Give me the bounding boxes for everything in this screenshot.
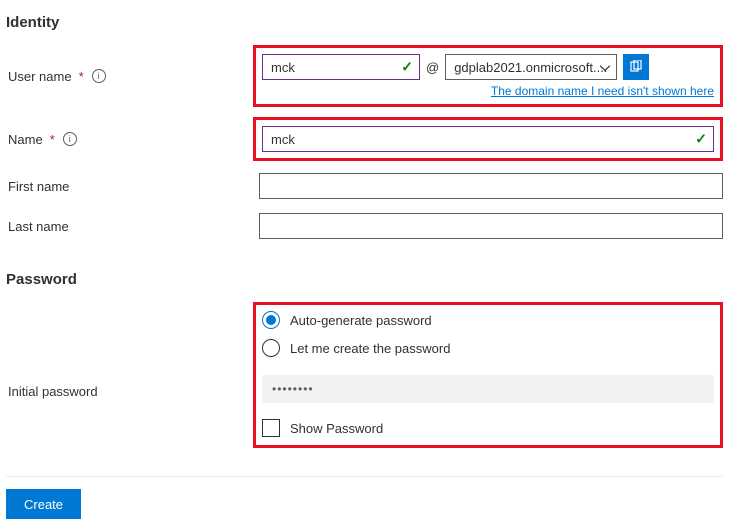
radio-auto-generate[interactable]: Auto-generate password xyxy=(262,311,714,329)
radio-manual[interactable]: Let me create the password xyxy=(262,339,714,357)
lastname-label: Last name xyxy=(8,219,69,234)
firstname-label: First name xyxy=(8,179,69,194)
at-symbol: @ xyxy=(426,60,439,75)
info-icon[interactable]: i xyxy=(92,69,106,83)
chevron-down-icon xyxy=(600,60,610,75)
copy-icon xyxy=(629,60,643,74)
required-asterisk: * xyxy=(79,69,84,84)
username-highlight: mck ✓ @ gdplab2021.onmicrosoft.... xyxy=(253,45,723,107)
name-input[interactable]: mck ✓ xyxy=(262,126,714,152)
radio-auto-label: Auto-generate password xyxy=(290,313,432,328)
password-highlight: Auto-generate password Let me create the… xyxy=(253,302,723,448)
show-password-checkbox[interactable]: Show Password xyxy=(262,419,714,437)
password-heading: Password xyxy=(6,271,723,288)
show-password-label: Show Password xyxy=(290,421,383,436)
username-value: mck xyxy=(271,60,295,75)
create-button[interactable]: Create xyxy=(6,489,81,519)
lastname-input[interactable] xyxy=(259,213,723,239)
checkbox-icon xyxy=(262,419,280,437)
copy-button[interactable] xyxy=(623,54,649,80)
name-value: mck xyxy=(271,132,295,147)
required-asterisk: * xyxy=(50,132,55,147)
radio-manual-label: Let me create the password xyxy=(290,341,450,356)
initial-password-field: •••••••• xyxy=(262,375,714,403)
name-highlight: mck ✓ xyxy=(253,117,723,161)
domain-value: gdplab2021.onmicrosoft.... xyxy=(454,60,607,75)
domain-select[interactable]: gdplab2021.onmicrosoft.... xyxy=(445,54,617,80)
check-icon: ✓ xyxy=(401,59,413,76)
name-label: Name xyxy=(8,132,43,147)
divider xyxy=(6,476,723,477)
radio-icon xyxy=(262,311,280,329)
username-input[interactable]: mck ✓ xyxy=(262,54,420,80)
initial-password-label: Initial password xyxy=(8,384,98,399)
check-icon: ✓ xyxy=(695,131,707,148)
identity-heading: Identity xyxy=(6,14,723,31)
domain-hint-link[interactable]: The domain name I need isn't shown here xyxy=(262,84,714,98)
firstname-input[interactable] xyxy=(259,173,723,199)
username-label: User name xyxy=(8,69,72,84)
info-icon[interactable]: i xyxy=(63,132,77,146)
radio-icon xyxy=(262,339,280,357)
